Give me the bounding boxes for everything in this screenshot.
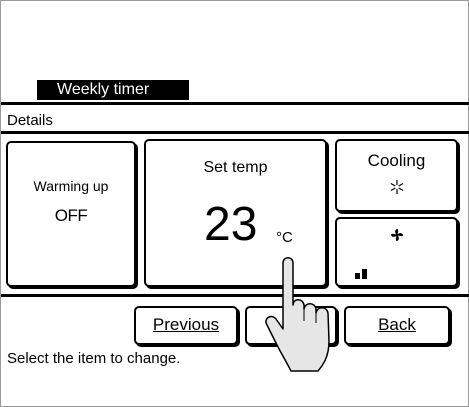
- snowflake-icon: [390, 180, 404, 194]
- warming-up-label: Warming up: [33, 178, 109, 194]
- pointing-hand-icon: [265, 257, 330, 372]
- operation-mode-label: Cooling: [367, 151, 426, 170]
- fan-icon: [391, 229, 403, 241]
- previous-button[interactable]: Previous: [134, 306, 238, 345]
- back-button-label: Back: [378, 315, 416, 334]
- fan-speed-bar: [355, 273, 360, 279]
- screen-title: Weekly timer: [37, 80, 189, 100]
- warming-up-value: OFF: [54, 206, 88, 225]
- fan-speed-panel[interactable]: [335, 217, 458, 287]
- fan-speed-bar: [369, 266, 374, 279]
- set-temp-label: Set temp: [203, 159, 268, 176]
- title-divider: [1, 102, 469, 105]
- fan-speed-bar: [362, 269, 367, 279]
- fan-speed-bars-icon: [355, 263, 381, 279]
- warming-up-panel[interactable]: Warming up OFF: [6, 141, 136, 287]
- set-temp-value: 23: [204, 198, 258, 251]
- previous-button-label: Previous: [152, 315, 220, 334]
- instruction-text: Select the item to change.: [7, 350, 181, 367]
- remote-controller-screen: Weekly timer Details Warming up OFF Set …: [0, 0, 469, 407]
- details-divider: [1, 131, 469, 134]
- back-button[interactable]: Back: [344, 306, 450, 345]
- fan-speed-bar: [376, 263, 381, 279]
- section-label: Details: [7, 112, 53, 129]
- operation-mode-panel[interactable]: Cooling: [335, 139, 458, 212]
- set-temp-unit: °C: [276, 229, 293, 246]
- buttons-divider: [1, 294, 469, 297]
